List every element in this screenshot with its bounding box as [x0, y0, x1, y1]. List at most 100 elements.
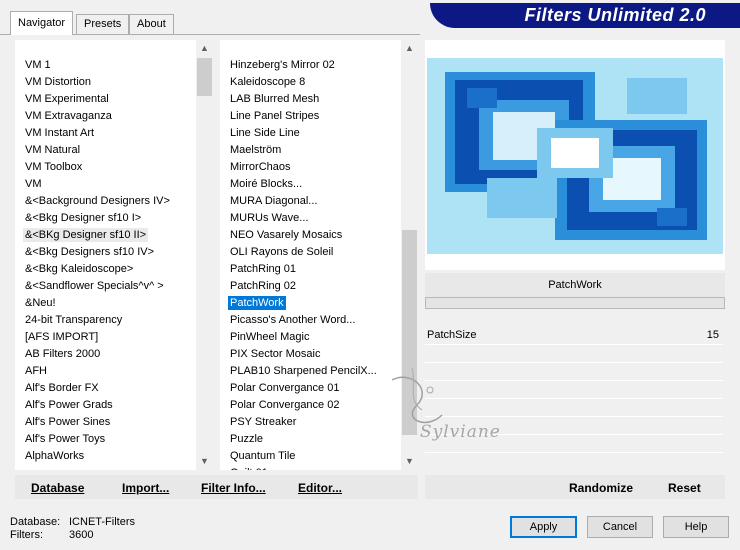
tab-navigator[interactable]: Navigator	[10, 11, 74, 35]
category-item[interactable]: AlphaWorks	[23, 448, 86, 465]
scroll-up-icon[interactable]: ▲	[196, 40, 213, 57]
params-panel: PatchSize 15	[425, 310, 725, 470]
category-item-label: VM Extravaganza	[25, 110, 112, 122]
filter-item[interactable]: Maelström	[228, 142, 283, 159]
category-item-label: VM Natural	[25, 144, 81, 156]
filter-item-label: PatchRing 01	[230, 263, 297, 275]
category-item[interactable]: &<Bkg Designers sf10 IV>	[23, 244, 156, 261]
scroll-down-icon[interactable]: ▼	[401, 453, 418, 470]
category-item[interactable]: VM 1	[23, 57, 53, 74]
category-item[interactable]: Alf's Power Sines	[23, 414, 112, 431]
filter-scrollbar[interactable]: ▲ ▼	[401, 40, 418, 470]
category-item[interactable]: [AFS IMPORT]	[23, 329, 100, 346]
category-item-label: Alf's Power Toys	[25, 433, 106, 445]
filter-item[interactable]: PatchWork	[227, 295, 287, 312]
category-item-label: &<Bkg Designer sf10 I>	[25, 212, 142, 224]
import-button[interactable]: Import...	[122, 481, 169, 495]
category-item[interactable]: VM Distortion	[23, 74, 93, 91]
category-item-label: &<Bkg Kaleidoscope>	[25, 263, 134, 275]
category-item-label: &<BKg Designer sf10 II>	[23, 228, 149, 242]
reset-button[interactable]: Reset	[668, 481, 701, 495]
filter-info-button[interactable]: Filter Info...	[201, 481, 266, 495]
category-item[interactable]: VM Extravaganza	[23, 108, 114, 125]
category-item[interactable]: &<Background Designers IV>	[23, 193, 172, 210]
category-item[interactable]: Alf's Border FX	[23, 380, 101, 397]
filter-item[interactable]: PatchRing 01	[228, 261, 298, 278]
param-value[interactable]: 15	[707, 329, 719, 341]
category-scrollbar[interactable]: ▲ ▼	[196, 40, 213, 470]
category-item[interactable]: AB Filters 2000	[23, 346, 102, 363]
filter-item[interactable]: Kaleidoscope 8	[228, 74, 307, 91]
category-item[interactable]: &<Sandflower Specials^v^ >	[23, 278, 166, 295]
category-item[interactable]: AFH	[23, 363, 49, 380]
editor-button[interactable]: Editor...	[298, 481, 342, 495]
filter-item[interactable]: Polar Convergance 01	[228, 380, 341, 397]
filter-item[interactable]: PLAB10 Sharpened PencilX...	[228, 363, 379, 380]
scroll-thumb[interactable]	[402, 230, 417, 435]
apply-button[interactable]: Apply	[510, 516, 577, 538]
param-row-empty	[425, 398, 723, 399]
filter-item-label: PSY Streaker	[230, 416, 297, 428]
category-item-label: &<Background Designers IV>	[25, 195, 170, 207]
filter-item-label: PLAB10 Sharpened PencilX...	[230, 365, 377, 377]
filter-item-label: Quantum Tile	[230, 450, 296, 462]
app-title-banner: Filters Unlimited 2.0	[430, 3, 740, 28]
category-item[interactable]: VM Instant Art	[23, 125, 96, 142]
filter-item[interactable]: PIX Sector Mosaic	[228, 346, 322, 363]
tab-about[interactable]: About	[129, 14, 174, 34]
param-row-empty	[425, 362, 723, 363]
param-row-patchsize[interactable]: PatchSize 15	[425, 326, 723, 345]
category-item-label: AlphaWorks	[25, 450, 85, 462]
scroll-down-icon[interactable]: ▼	[196, 453, 213, 470]
filter-item[interactable]: MirrorChaos	[228, 159, 293, 176]
filter-item[interactable]: Quantum Tile	[228, 448, 297, 465]
category-list[interactable]: VM 1 VM Distortion VM Experimental VM Extra…	[15, 40, 213, 470]
filter-item[interactable]: Puzzle	[228, 431, 265, 448]
category-item[interactable]: &<BKg Designer sf10 II>	[23, 227, 149, 244]
category-item[interactable]: VM Natural	[23, 142, 82, 159]
scroll-thumb[interactable]	[197, 58, 212, 96]
category-item[interactable]: VM Toolbox	[23, 159, 84, 176]
cancel-button[interactable]: Cancel	[587, 516, 653, 538]
filter-item-label: Puzzle	[230, 433, 264, 445]
category-item-label: VM Instant Art	[25, 127, 95, 139]
category-item[interactable]: 24-bit Transparency	[23, 312, 124, 329]
filter-item[interactable]: Hinzeberg's Mirror 02	[228, 57, 337, 74]
filter-item[interactable]: OLI Rayons de Soleil	[228, 244, 335, 261]
filter-item[interactable]: Quilt 01	[228, 465, 270, 470]
filter-item[interactable]: LAB Blurred Mesh	[228, 91, 321, 108]
filter-item[interactable]: Polar Convergance 02	[228, 397, 341, 414]
filter-item[interactable]: PatchRing 02	[228, 278, 298, 295]
category-item[interactable]: VM Experimental	[23, 91, 111, 108]
category-item[interactable]: Alf's Power Toys	[23, 431, 107, 448]
filter-item[interactable]: MURA Diagonal...	[228, 193, 319, 210]
help-button[interactable]: Help	[663, 516, 729, 538]
filter-item[interactable]: PSY Streaker	[228, 414, 298, 431]
category-item[interactable]: &<Bkg Designer sf10 I>	[23, 210, 143, 227]
filter-item-label: Maelström	[230, 144, 282, 156]
category-item-label: Alf's Power Grads	[25, 399, 113, 411]
filter-item[interactable]: Picasso's Another Word...	[228, 312, 357, 329]
filter-item[interactable]: PinWheel Magic	[228, 329, 311, 346]
scroll-up-icon[interactable]: ▲	[401, 40, 418, 57]
filter-item-label: Polar Convergance 01	[230, 382, 340, 394]
param-row-empty	[425, 416, 723, 417]
tab-presets[interactable]: Presets	[76, 14, 130, 34]
filter-item[interactable]: Line Side Line	[228, 125, 302, 142]
category-item[interactable]: &<Bkg Kaleidoscope>	[23, 261, 135, 278]
filter-name-bar: PatchWork	[425, 273, 725, 297]
filter-item[interactable]: NEO Vasarely Mosaics	[228, 227, 344, 244]
filter-item[interactable]: Moiré Blocks...	[228, 176, 304, 193]
randomize-button[interactable]: Randomize	[569, 481, 633, 495]
filter-item[interactable]: Line Panel Stripes	[228, 108, 321, 125]
filter-item-label: Line Side Line	[230, 127, 300, 139]
filter-item[interactable]: MURUs Wave...	[228, 210, 310, 227]
category-item[interactable]: &Neu!	[23, 295, 58, 312]
category-item[interactable]: VM	[23, 176, 44, 193]
database-button[interactable]: Database	[31, 481, 84, 495]
filter-item-label: Line Panel Stripes	[230, 110, 320, 122]
param-row-empty	[425, 452, 723, 453]
category-item[interactable]: Alf's Power Grads	[23, 397, 115, 414]
category-item-label: 24-bit Transparency	[25, 314, 123, 326]
filter-list[interactable]: Hinzeberg's Mirror 02 Kaleidoscope 8 LAB B…	[220, 40, 418, 470]
